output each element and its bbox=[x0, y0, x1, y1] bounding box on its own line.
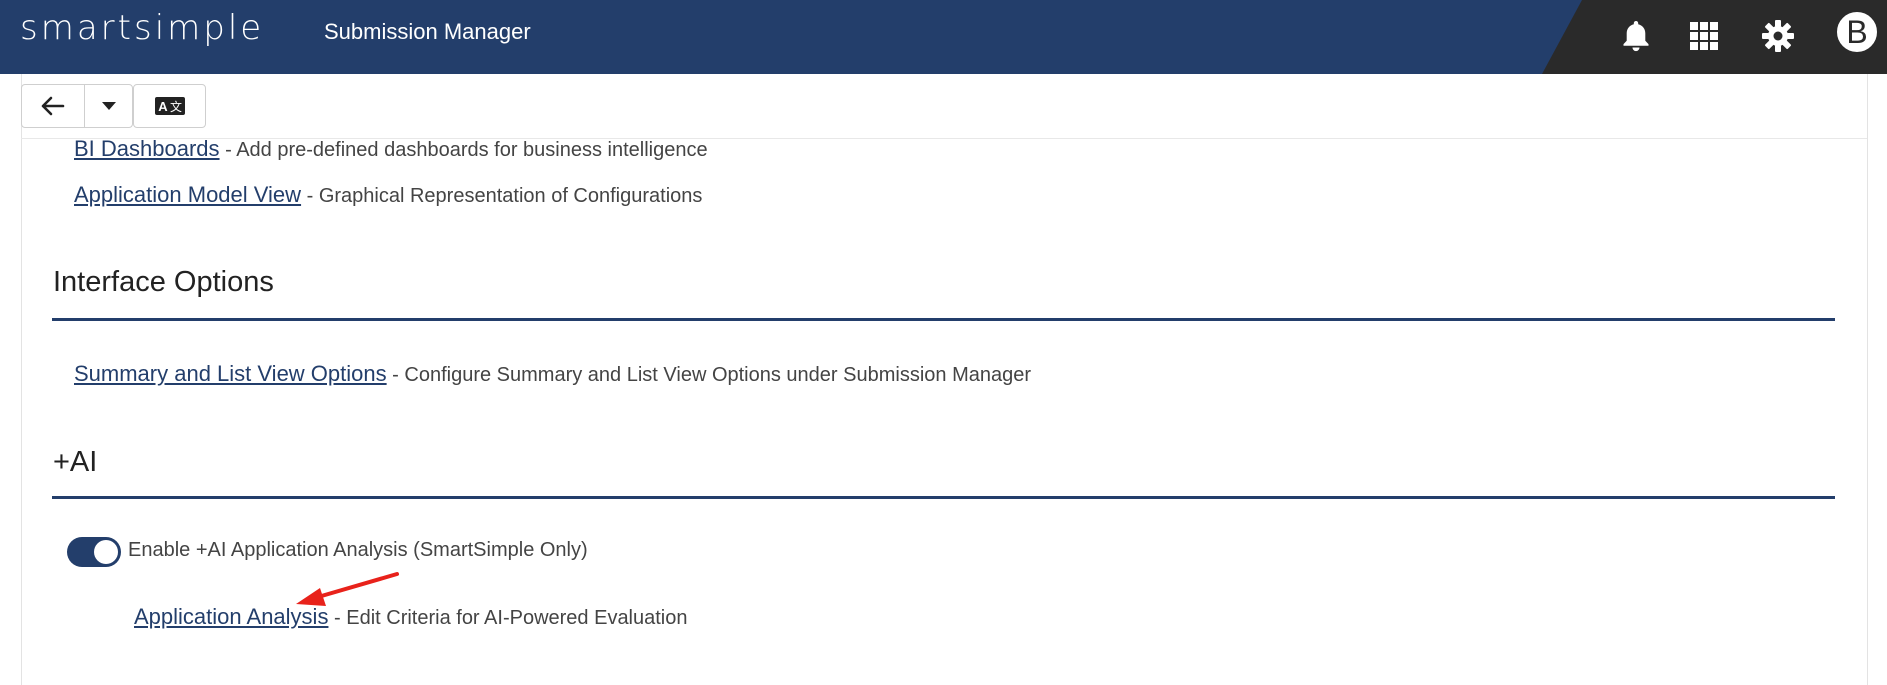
application-analysis-description: - Edit Criteria for AI-Powered Evaluatio… bbox=[328, 607, 688, 629]
list-item: Summary and List View Options - Configur… bbox=[74, 361, 1031, 387]
section-title-ai: +AI bbox=[53, 446, 98, 478]
apps-grid-icon[interactable] bbox=[1682, 14, 1726, 58]
dropdown-caret-icon bbox=[101, 102, 116, 110]
translate-icon: A 文 bbox=[154, 97, 185, 115]
ai-analysis-toggle[interactable] bbox=[67, 537, 121, 567]
bi-dashboards-link[interactable]: BI Dashboards bbox=[74, 136, 220, 161]
summary-list-view-options-link[interactable]: Summary and List View Options bbox=[74, 361, 387, 386]
smartsimple-logo[interactable]: smartsimple bbox=[20, 8, 264, 48]
ai-analysis-toggle-label: Enable +AI Application Analysis (SmartSi… bbox=[128, 539, 588, 561]
list-item: Application Model View - Graphical Repre… bbox=[74, 182, 702, 208]
gear-icon[interactable] bbox=[1756, 14, 1800, 58]
back-arrow-icon bbox=[41, 96, 65, 116]
svg-text:A: A bbox=[158, 99, 168, 114]
user-avatar[interactable]: B bbox=[1835, 10, 1879, 54]
application-model-view-description: - Graphical Representation of Configurat… bbox=[301, 185, 703, 207]
toggle-knob bbox=[94, 540, 118, 564]
list-item: BI Dashboards - Add pre-defined dashboar… bbox=[74, 136, 708, 162]
list-item: Application Analysis - Edit Criteria for… bbox=[134, 604, 688, 630]
section-title-interface-options: Interface Options bbox=[53, 266, 274, 298]
top-header: smartsimple Submission Manager B bbox=[0, 0, 1887, 74]
navigation-button-group bbox=[21, 84, 133, 128]
history-dropdown-button[interactable] bbox=[85, 85, 132, 127]
section-divider bbox=[52, 496, 1835, 499]
back-button[interactable] bbox=[22, 85, 86, 127]
bell-icon[interactable] bbox=[1614, 14, 1658, 58]
app-title: Submission Manager bbox=[324, 19, 531, 44]
translate-button[interactable]: A 文 bbox=[133, 84, 206, 128]
bi-dashboards-description: - Add pre-defined dashboards for busines… bbox=[219, 139, 708, 161]
application-analysis-link[interactable]: Application Analysis bbox=[134, 604, 328, 629]
svg-text:文: 文 bbox=[169, 99, 181, 114]
application-model-view-link[interactable]: Application Model View bbox=[74, 182, 301, 207]
summary-list-view-options-description: - Configure Summary and List View Option… bbox=[386, 364, 1032, 386]
section-divider bbox=[52, 318, 1835, 321]
